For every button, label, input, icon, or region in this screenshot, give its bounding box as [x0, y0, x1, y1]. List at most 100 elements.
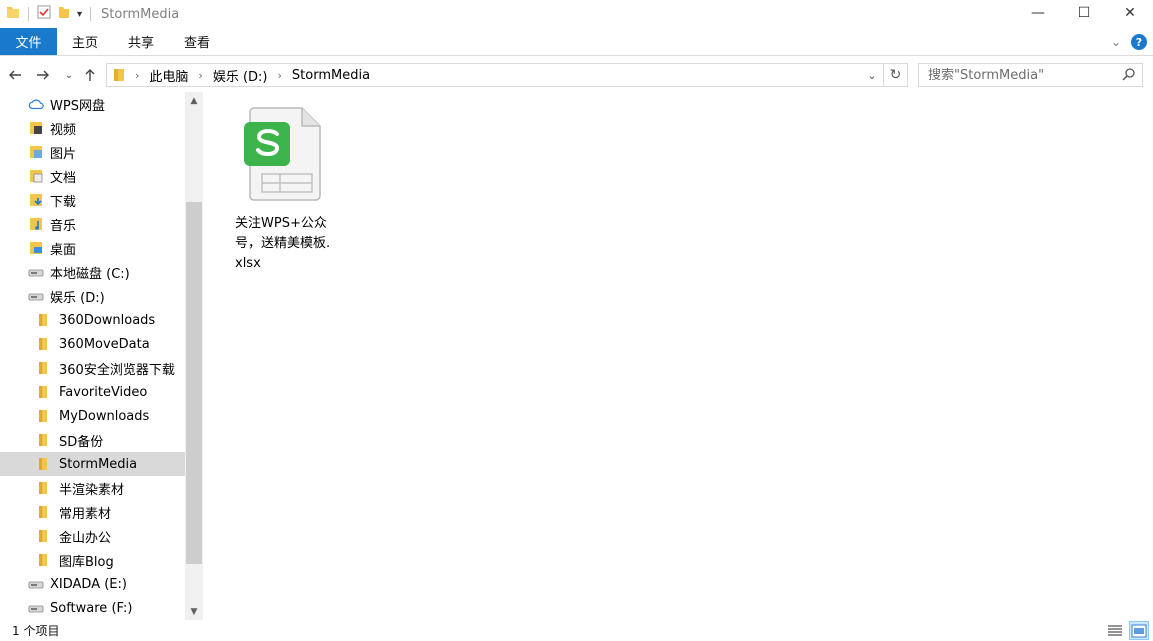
properties-icon[interactable]	[37, 5, 51, 23]
address-bar[interactable]: › 此电脑 › 娱乐 (D:) › StormMedia ⌄	[106, 63, 884, 87]
scrollbar-thumb[interactable]	[186, 202, 202, 564]
file-name: 关注WPS+公众号，送精美模板.xlsx	[235, 216, 331, 271]
nav-item-360movedata[interactable]: 360MoveData	[0, 332, 185, 356]
window-controls: — ☐ ✕	[1015, 0, 1153, 26]
tab-view[interactable]: 查看	[169, 28, 225, 55]
search-box[interactable]	[918, 63, 1143, 87]
nav-item-360downloads[interactable]: 360Downloads	[0, 308, 185, 332]
item-count: 1 个项目	[12, 624, 60, 638]
folder-icon	[37, 312, 49, 328]
close-button[interactable]: ✕	[1107, 0, 1153, 26]
nav-item-label: XIDADA (E:)	[50, 576, 127, 592]
folder-icon	[37, 336, 49, 352]
file-list: 关注WPS+公众号，送精美模板.xlsx	[210, 92, 1150, 620]
details-view-icon	[1108, 624, 1122, 636]
tab-home[interactable]: 主页	[57, 28, 113, 55]
nav-item-blog[interactable]: 图库Blog	[0, 548, 185, 572]
nav-item-360[interactable]: 360安全浏览器下载	[0, 356, 185, 380]
nav-item-xidada-e[interactable]: XIDADA (E:)	[0, 572, 185, 596]
nav-item-wps[interactable]: WPS网盘	[0, 92, 185, 116]
documents-folder-icon	[28, 168, 44, 184]
forward-button[interactable]	[32, 64, 54, 86]
nav-item-label: WPS网盘	[50, 98, 105, 114]
help-icon[interactable]: ?	[1131, 34, 1147, 50]
recent-locations-button[interactable]: ⌄	[58, 64, 80, 86]
arrow-left-icon	[9, 70, 21, 80]
nav-item-label: 文档	[50, 170, 77, 186]
navigation-scrollbar[interactable]: ▲ ▼	[185, 92, 203, 620]
pictures-folder-icon	[28, 144, 44, 160]
nav-item-item3[interactable]: 文档	[0, 164, 185, 188]
chevron-down-icon: ⌄	[867, 68, 877, 82]
folder-icon	[113, 68, 125, 82]
folder-icon	[37, 360, 49, 376]
ribbon-tabs: 文件 主页 共享 查看 ⌄ ?	[0, 28, 1153, 56]
refresh-button[interactable]: ↻	[884, 63, 908, 87]
scroll-up-arrow-icon[interactable]: ▲	[185, 92, 203, 109]
nav-item-label: MyDownloads	[59, 408, 150, 424]
tab-file[interactable]: 文件	[0, 28, 57, 55]
nav-item-favoritevideo[interactable]: FavoriteVideo	[0, 380, 185, 404]
music-folder-icon	[28, 216, 44, 232]
desktop-folder-icon	[28, 240, 44, 256]
video-folder-icon	[28, 120, 44, 136]
up-button[interactable]	[79, 64, 101, 86]
nav-item-label: 360MoveData	[59, 336, 150, 352]
file-item[interactable]: 关注WPS+公众号，送精美模板.xlsx	[230, 104, 340, 274]
breadcrumb-stormmedia[interactable]: StormMedia	[292, 68, 370, 83]
nav-item-label: 金山办公	[59, 530, 112, 546]
back-button[interactable]	[4, 64, 26, 86]
arrow-right-icon	[37, 70, 49, 80]
window-title: StormMedia	[101, 6, 180, 22]
nav-item-item4[interactable]: 下载	[0, 188, 185, 212]
nav-item-item5[interactable]: 音乐	[0, 212, 185, 236]
ribbon-right-controls: ⌄ ?	[1111, 34, 1147, 50]
navigation-tree: WPS网盘视频图片文档下载音乐桌面本地磁盘 (C:) 娱乐 (D:) 360Down…	[0, 92, 185, 620]
nav-item-software-f[interactable]: Software (F:)	[0, 596, 185, 620]
folder-icon	[37, 456, 49, 472]
expand-ribbon-icon[interactable]: ⌄	[1111, 35, 1121, 49]
nav-item-item17[interactable]: 常用素材	[0, 500, 185, 524]
folder-icon	[37, 384, 49, 400]
nav-item-label: 半渲染素材	[59, 482, 125, 498]
nav-item-d[interactable]: 娱乐 (D:)	[0, 284, 185, 308]
address-dropdown-button[interactable]: ⌄	[861, 64, 883, 86]
nav-item-label: 桌面	[50, 242, 77, 258]
breadcrumb-drive-d[interactable]: 娱乐 (D:)	[213, 66, 268, 85]
nav-item-item2[interactable]: 图片	[0, 140, 185, 164]
nav-item-label: 娱乐 (D:)	[50, 290, 105, 306]
nav-item-item1[interactable]: 视频	[0, 116, 185, 140]
search-icon	[1122, 67, 1136, 85]
nav-item-item6[interactable]: 桌面	[0, 236, 185, 260]
refresh-icon: ↻	[889, 67, 902, 83]
folder-icon	[37, 528, 49, 544]
nav-item-label: 音乐	[50, 218, 77, 234]
arrow-up-icon	[85, 69, 95, 81]
nav-item-mydownloads[interactable]: MyDownloads	[0, 404, 185, 428]
breadcrumb-this-pc[interactable]: 此电脑	[149, 66, 188, 85]
large-icons-view-button[interactable]	[1129, 621, 1149, 640]
scroll-down-arrow-icon[interactable]: ▼	[185, 603, 203, 620]
navigation-pane: WPS网盘视频图片文档下载音乐桌面本地磁盘 (C:) 娱乐 (D:) 360Down…	[0, 92, 204, 620]
folder-icon	[37, 432, 49, 448]
details-view-button[interactable]	[1105, 621, 1125, 640]
customize-toolbar-icon[interactable]: ▾	[77, 9, 82, 20]
nav-item-sd[interactable]: SD备份	[0, 428, 185, 452]
drive-icon	[28, 576, 44, 592]
nav-item-c[interactable]: 本地磁盘 (C:)	[0, 260, 185, 284]
search-input[interactable]	[928, 67, 1118, 83]
minimize-button[interactable]: —	[1015, 0, 1061, 26]
maximize-button[interactable]: ☐	[1061, 0, 1107, 26]
new-folder-icon[interactable]	[57, 5, 71, 23]
cloud-icon	[28, 96, 44, 112]
tab-share[interactable]: 共享	[113, 28, 169, 55]
downloads-folder-icon	[28, 192, 44, 208]
nav-item-label: FavoriteVideo	[59, 384, 148, 400]
nav-item-label: Software (F:)	[50, 600, 133, 616]
nav-item-item18[interactable]: 金山办公	[0, 524, 185, 548]
nav-item-item16[interactable]: 半渲染素材	[0, 476, 185, 500]
nav-item-stormmedia[interactable]: StormMedia	[0, 452, 185, 476]
nav-item-label: SD备份	[59, 434, 104, 450]
nav-item-label: 视频	[50, 122, 77, 138]
folder-icon	[37, 552, 49, 568]
